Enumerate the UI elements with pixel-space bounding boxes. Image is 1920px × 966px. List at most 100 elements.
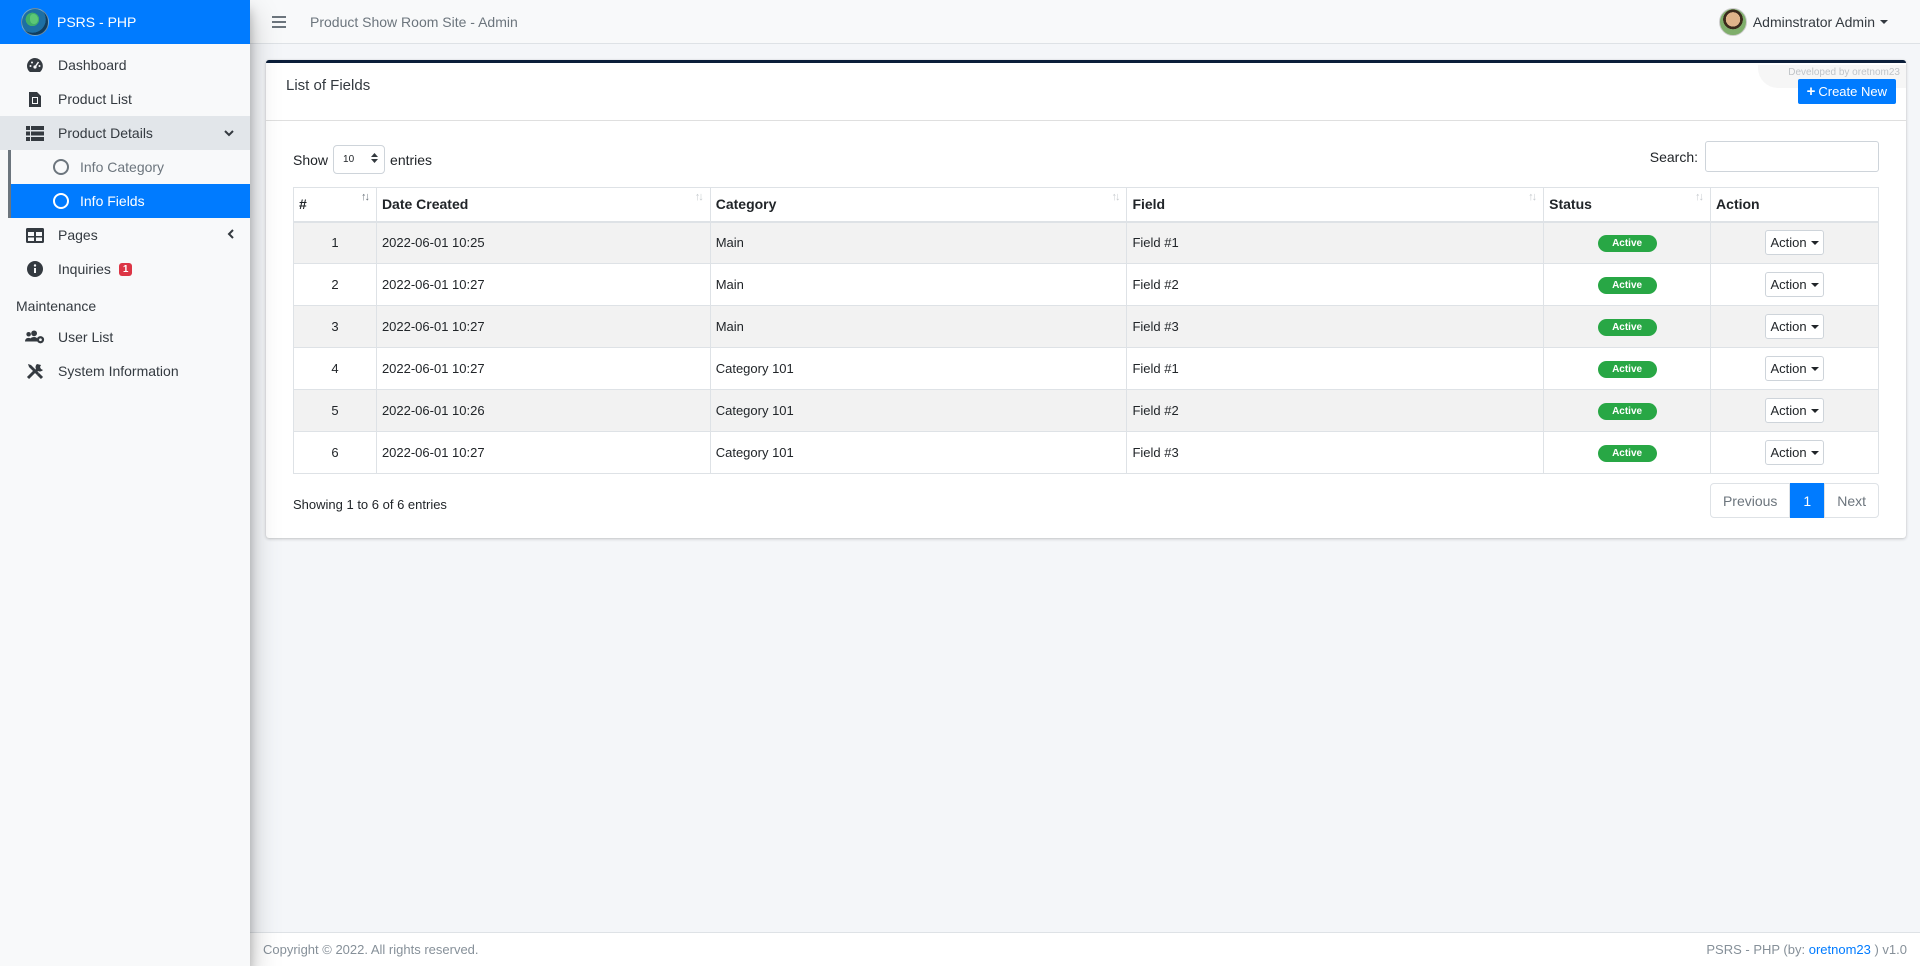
column-header-category[interactable]: Category ↑↓ [709, 187, 1128, 223]
status-badge: Active [1597, 402, 1657, 420]
sidebar-item-inquiries[interactable]: Inquiries 1 [0, 252, 250, 286]
row-category: Category 101 [709, 431, 1128, 474]
card-header: List of Fields Developed by oretnom23 + … [266, 63, 1906, 121]
avatar [1718, 8, 1747, 36]
sort-icon: ↑↓ [1695, 191, 1704, 203]
search-label: Search: [1649, 148, 1698, 165]
brand-logo [21, 8, 49, 36]
action-dropdown-button[interactable]: Action [1765, 440, 1824, 465]
sidebar-item-label: User List [58, 329, 114, 345]
sidebar: PSRS - PHP Dashboard Product List Produc… [0, 0, 250, 966]
row-category: Category 101 [709, 389, 1128, 432]
column-header-date-created[interactable]: Date Created ↑↓ [375, 187, 711, 223]
action-dropdown-button[interactable]: Action [1765, 314, 1824, 339]
sidebar-item-info-fields[interactable]: Info Fields [8, 184, 250, 218]
pagination-page-1[interactable]: 1 [1790, 483, 1825, 518]
users-cog-icon [25, 329, 45, 345]
row-action: Action [1710, 263, 1879, 306]
table-header-row: # ↑↓ Date Created ↑↓ Category ↑↓ Field ↑↓ St… [293, 187, 1879, 223]
row-status: Active [1543, 431, 1712, 474]
sidebar-nav: Dashboard Product List Product Details I… [0, 44, 250, 388]
row-number: 1 [293, 221, 377, 264]
row-action: Action [1710, 347, 1879, 390]
table-row: 3 2022-06-01 10:27 Main Field #3 Active … [293, 305, 1879, 348]
row-field: Field #3 [1126, 431, 1545, 474]
user-dropdown[interactable]: Adminstrator Admin [1718, 8, 1888, 36]
table-row: 6 2022-06-01 10:27 Category 101 Field #3… [293, 431, 1879, 474]
table-info: Showing 1 to 6 of 6 entries [293, 497, 447, 512]
sidebar-item-user-list[interactable]: User List [0, 320, 250, 354]
menu-toggle-icon[interactable] [272, 15, 286, 28]
sort-asc-icon: ↑↓ [360, 191, 370, 203]
fields-card: List of Fields Developed by oretnom23 + … [266, 60, 1906, 538]
row-category: Main [709, 305, 1128, 348]
action-dropdown-button[interactable]: Action [1765, 398, 1824, 423]
table-controls: Show 10 entries Search: [293, 141, 1879, 174]
sidebar-item-pages[interactable]: Pages [0, 218, 250, 252]
sidebar-section-header: Maintenance [16, 298, 97, 314]
column-header-field[interactable]: Field ↑↓ [1126, 187, 1545, 223]
row-date-created: 2022-06-01 10:27 [375, 431, 711, 474]
row-status: Active [1543, 389, 1712, 432]
chevron-left-icon [227, 228, 234, 242]
sidebar-item-product-list[interactable]: Product List [0, 82, 250, 116]
copyright: Copyright © 2022. All rights reserved. [263, 942, 479, 957]
tools-icon [25, 362, 45, 380]
sidebar-item-dashboard[interactable]: Dashboard [0, 48, 250, 82]
search-input[interactable] [1705, 141, 1879, 172]
table-row: 5 2022-06-01 10:26 Category 101 Field #2… [293, 389, 1879, 432]
caret-down-icon [1810, 240, 1819, 245]
row-field: Field #1 [1126, 347, 1545, 390]
status-badge: Active [1597, 276, 1657, 294]
list-icon [25, 125, 45, 141]
fields-table: # ↑↓ Date Created ↑↓ Category ↑↓ Field ↑↓ St… [293, 187, 1879, 474]
row-action: Action [1710, 431, 1879, 474]
action-dropdown-button[interactable]: Action [1765, 230, 1824, 256]
sidebar-item-label: Product Details [58, 125, 153, 141]
circle-icon [53, 159, 69, 175]
caret-down-icon [1810, 324, 1819, 329]
row-date-created: 2022-06-01 10:26 [375, 389, 711, 432]
row-category: Category 101 [709, 347, 1128, 390]
sidebar-item-label: Info Category [80, 159, 165, 175]
status-badge: Active [1597, 360, 1657, 378]
dashboard-icon [25, 57, 45, 73]
column-header-action: Action [1710, 187, 1879, 223]
create-new-button[interactable]: + Create New [1797, 79, 1896, 104]
table-row: 4 2022-06-01 10:27 Category 101 Field #1… [293, 347, 1879, 390]
row-action: Action [1710, 389, 1879, 432]
footer-credit: PSRS - PHP (by: oretnom23 ) v1.0 [1706, 942, 1907, 957]
row-action: Action [1710, 221, 1879, 264]
sidebar-item-info-category[interactable]: Info Category [8, 150, 250, 184]
status-badge: Active [1597, 444, 1657, 462]
table-search: Search: [1650, 141, 1879, 172]
column-header-number[interactable]: # ↑↓ [293, 187, 377, 223]
create-new-label: Create New [1818, 84, 1887, 99]
pagination-next[interactable]: Next [1824, 483, 1879, 518]
sim-card-icon [25, 91, 45, 108]
show-label: Show [293, 151, 329, 168]
row-action: Action [1710, 305, 1879, 348]
table-row: 2 2022-06-01 10:27 Main Field #2 Active … [293, 263, 1879, 306]
pagination-previous[interactable]: Previous [1709, 483, 1791, 518]
caret-down-icon [1810, 408, 1819, 413]
caret-down-icon [1810, 282, 1819, 287]
credit-link[interactable]: oretnom23 [1809, 942, 1871, 957]
row-date-created: 2022-06-01 10:27 [375, 263, 711, 306]
sidebar-item-system-information[interactable]: System Information [0, 354, 250, 388]
row-field: Field #2 [1126, 263, 1545, 306]
row-status: Active [1543, 347, 1712, 390]
column-header-status[interactable]: Status ↑↓ [1543, 187, 1712, 223]
inquiries-badge: 1 [118, 262, 133, 276]
action-dropdown-button[interactable]: Action [1765, 272, 1824, 297]
action-dropdown-button[interactable]: Action [1765, 356, 1824, 381]
row-number: 2 [293, 263, 377, 306]
row-status: Active [1543, 263, 1712, 306]
entries-length: Show 10 entries [293, 145, 432, 174]
caret-down-icon [1810, 366, 1819, 371]
brand-link[interactable]: PSRS - PHP [0, 0, 250, 44]
sort-icon: ↑↓ [1111, 191, 1120, 203]
sidebar-item-product-details[interactable]: Product Details [0, 116, 250, 150]
sidebar-item-label: Pages [58, 227, 98, 243]
entries-select[interactable]: 10 [333, 145, 386, 174]
